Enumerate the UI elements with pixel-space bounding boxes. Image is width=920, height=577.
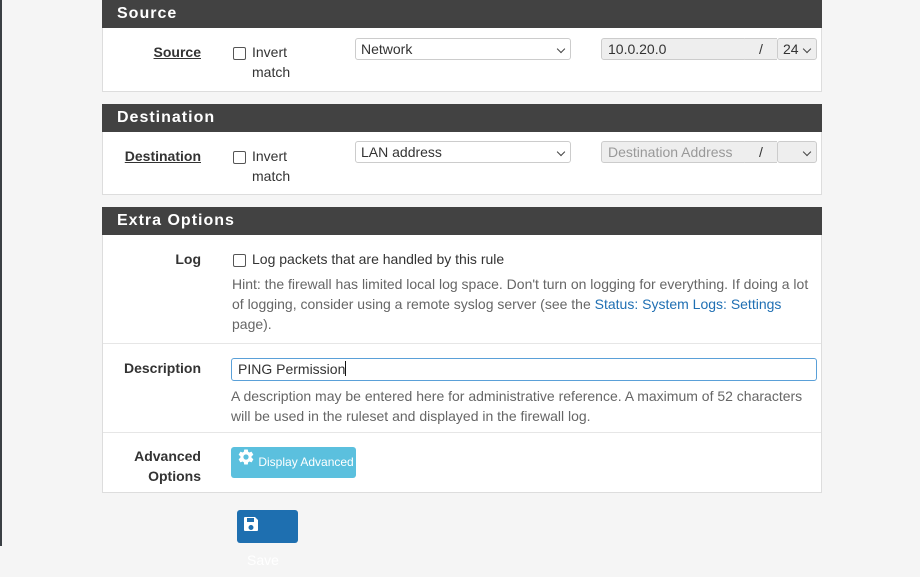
log-hint-text: of logging, consider using a remote sysl… <box>232 296 595 312</box>
source-panel: Source Source Invert match Network 10.0.… <box>102 0 822 92</box>
destination-panel: Destination Destination Invert match LAN… <box>102 104 822 195</box>
description-help-line2: will be used in the ruleset and displaye… <box>231 408 591 424</box>
advanced-label-line2: Options <box>148 468 201 484</box>
chevron-down-icon <box>802 44 812 54</box>
display-advanced-button[interactable]: Display Advanced <box>231 447 356 478</box>
display-advanced-label: Display Advanced <box>258 455 354 469</box>
log-checkbox[interactable] <box>233 254 246 267</box>
destination-invert-checkbox[interactable] <box>233 151 246 164</box>
chevron-down-icon <box>802 147 812 157</box>
destination-invert-line2: match <box>252 168 291 184</box>
destination-type-select[interactable]: LAN address <box>355 141 571 163</box>
source-invert-line1: Invert <box>252 44 288 60</box>
description-help-line1: A description may be entered here for ad… <box>231 388 803 404</box>
text-caret <box>345 361 347 376</box>
destination-heading: Destination <box>102 104 822 132</box>
advanced-label-line1: Advanced <box>134 448 201 464</box>
source-mask-select[interactable]: 24 <box>777 38 817 60</box>
destination-mask-select[interactable] <box>777 141 817 163</box>
chevron-down-icon <box>556 44 566 54</box>
extra-options-body: Log Log packets that are handled by this… <box>102 235 822 493</box>
log-row: Log Log packets that are handled by this… <box>103 235 821 344</box>
log-label: Log <box>175 251 201 267</box>
log-checkbox-text[interactable]: Log packets that are handled by this rul… <box>252 249 504 269</box>
destination-invert-text[interactable]: Invert match <box>252 146 290 186</box>
log-hint: Hint: the firewall has limited local log… <box>232 274 822 334</box>
advanced-label: Advanced Options <box>134 446 201 486</box>
description-row: Description PING Permission A descriptio… <box>103 344 821 433</box>
save-button[interactable]: Save <box>237 510 298 568</box>
status-system-logs-link[interactable]: Status: System Logs: Settings <box>595 296 782 312</box>
log-hint-line2: of logging, consider using a remote sysl… <box>232 294 822 314</box>
source-invert-text[interactable]: Invert match <box>252 42 290 82</box>
source-invert-checkbox[interactable] <box>233 47 246 60</box>
description-input[interactable]: PING Permission <box>231 358 817 381</box>
source-heading: Source <box>102 0 822 28</box>
source-body: Source Invert match Network 10.0.20.0 / … <box>102 28 822 92</box>
source-label: Source <box>153 44 201 60</box>
save-label: Save <box>247 551 279 568</box>
gear-icon <box>237 447 255 478</box>
left-border <box>0 0 2 546</box>
log-hint-line1: Hint: the firewall has limited local log… <box>232 276 809 292</box>
destination-address-input[interactable]: Destination Address <box>601 141 747 163</box>
chevron-down-icon <box>556 147 566 157</box>
save-icon <box>243 511 259 544</box>
description-value: PING Permission <box>238 361 346 377</box>
advanced-row: Advanced Options Display Advanced <box>103 433 821 493</box>
source-slash: / <box>745 38 777 60</box>
destination-slash: / <box>745 141 777 163</box>
log-hint-line3: page). <box>232 316 272 332</box>
extra-options-heading: Extra Options <box>102 207 822 235</box>
description-help: A description may be entered here for ad… <box>231 386 821 426</box>
source-type-value: Network <box>361 41 413 57</box>
destination-label: Destination <box>124 148 201 164</box>
destination-type-value: LAN address <box>361 144 442 160</box>
source-address-input[interactable]: 10.0.20.0 <box>601 38 747 60</box>
source-type-select[interactable]: Network <box>355 38 571 60</box>
destination-body: Destination Invert match LAN address Des… <box>102 132 822 195</box>
source-invert-line2: match <box>252 64 291 80</box>
extra-options-panel: Extra Options Log Log packets that are h… <box>102 207 822 493</box>
destination-invert-line1: Invert <box>252 148 288 164</box>
description-label: Description <box>123 360 201 376</box>
source-mask-value: 24 <box>783 41 799 57</box>
